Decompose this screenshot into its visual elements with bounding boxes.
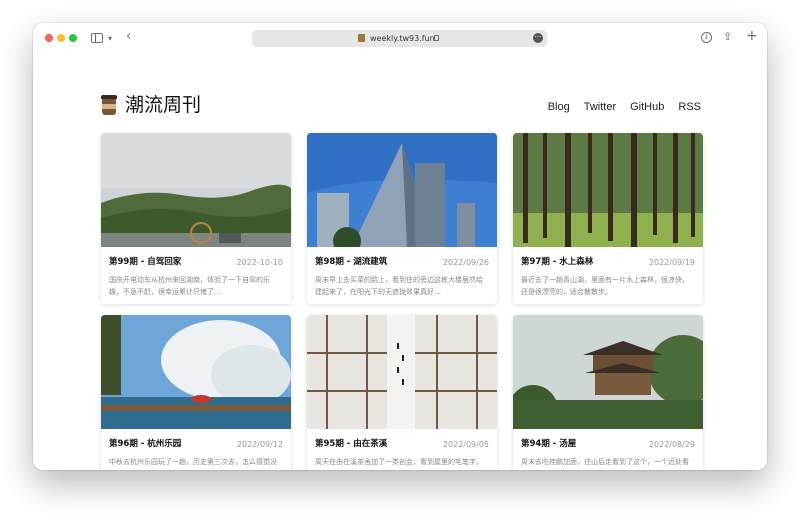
card-image (307, 315, 497, 429)
lock-icon (434, 35, 439, 41)
browser-toolbar: ▾ ‹ weekly.tw93.fun ··· ↓ ⇪ + (33, 23, 767, 53)
card-description: 国庆开电动车从杭州来回湖南，体验了一下自驾的乐趣，不急不赶，很幸运累计只堵了… (109, 276, 270, 296)
card-date: 2022/09/05 (442, 440, 489, 449)
card-title: 第97期 - 水上森林 (521, 257, 594, 267)
article-card[interactable]: 第96期 - 杭州乐园 2022/09/12 中秋去杭州乐园玩了一趟，历史第三次… (101, 315, 291, 470)
address-bar[interactable]: weekly.tw93.fun ··· (252, 30, 547, 47)
back-icon[interactable]: ‹ (126, 30, 131, 44)
card-image (101, 133, 291, 247)
card-image (101, 315, 291, 429)
card-image (513, 133, 703, 247)
more-icon[interactable]: ··· (533, 33, 543, 43)
card-date: 2022-10-10 (236, 258, 284, 267)
card-title: 第96期 - 杭州乐园 (109, 439, 182, 449)
url-text: weekly.tw93.fun (370, 34, 435, 43)
nav-link-twitter[interactable]: Twitter (584, 100, 616, 114)
card-description: 最近去了一趟青山湖，里面有一片水上森林，很凉快，还是很漂亮的，适合散散步。 (521, 276, 689, 296)
card-description: 周末早上去买菜的路上，看到住的旁边这栋大楼居然给建起来了，在阳光下的无遮拢效果真… (315, 276, 483, 296)
card-date: 2022/09/26 (442, 258, 489, 267)
card-image (307, 133, 497, 247)
article-card[interactable]: 第94期 - 汤屋 2022/08/29 周末去吃桂鹏加面，往山后走看到了这个，… (513, 315, 703, 470)
plus-icon[interactable]: + (746, 29, 758, 43)
nav-link-github[interactable]: GitHub (630, 100, 664, 114)
article-card[interactable]: 第99期 - 自驾回家 2022-10-10 国庆开电动车从杭州来回湖南，体验了… (101, 133, 291, 304)
card-date: 2022/08/29 (648, 440, 695, 449)
card-description: 中秋去杭州乐园玩了一趟，历史第三次去，怎么感觉没有上两次新鲜了，除去这个水还可以… (109, 458, 277, 466)
coffee-cup-icon[interactable] (101, 95, 117, 115)
close-window-button[interactable] (45, 34, 53, 42)
nav-link-blog[interactable]: Blog (548, 100, 570, 114)
chevron-down-icon[interactable]: ▾ (108, 32, 112, 46)
card-description: 周末去吃桂鹏加面，往山后走看到了这个，一个远处看很有感觉的建筑，查了查叫汤屋。 (521, 458, 689, 466)
card-description: 周天在由在溪茶舍加了一类创会，看到屋里的毛笔字，挺美的，居然是老板自己写的，牛的… (315, 458, 483, 466)
article-card[interactable]: 第95期 - 由在茶溪 2022/09/05 周天在由在溪茶舍加了一类创会，看到… (307, 315, 497, 470)
card-title: 第95期 - 由在茶溪 (315, 439, 388, 449)
download-icon[interactable]: ↓ (701, 32, 712, 43)
browser-window: ▾ ‹ weekly.tw93.fun ··· ↓ ⇪ + 潮流周刊 Blog … (33, 23, 767, 470)
card-date: 2022/09/12 (236, 440, 283, 449)
site-favicon-icon (358, 34, 365, 42)
minimize-window-button[interactable] (57, 34, 65, 42)
sidebar-icon[interactable] (91, 33, 103, 43)
maximize-window-button[interactable] (69, 34, 77, 42)
article-card[interactable]: 第97期 - 水上森林 2022/09/19 最近去了一趟青山湖，里面有一片水上… (513, 133, 703, 304)
share-icon[interactable]: ⇪ (723, 30, 732, 44)
card-title: 第98期 - 湖流建筑 (315, 257, 388, 267)
top-nav: Blog Twitter GitHub RSS (534, 100, 701, 114)
card-title: 第99期 - 自驾回家 (109, 257, 182, 267)
card-date: 2022/09/19 (648, 258, 695, 267)
nav-link-rss[interactable]: RSS (678, 100, 701, 114)
card-image (513, 315, 703, 429)
card-title: 第94期 - 汤屋 (521, 439, 577, 449)
article-card[interactable]: 第98期 - 湖流建筑 2022/09/26 周末早上去买菜的路上，看到住的旁边… (307, 133, 497, 304)
page-content: 潮流周刊 Blog Twitter GitHub RSS 第99期 - 自驾回家… (33, 53, 767, 470)
site-title[interactable]: 潮流周刊 (125, 93, 201, 117)
